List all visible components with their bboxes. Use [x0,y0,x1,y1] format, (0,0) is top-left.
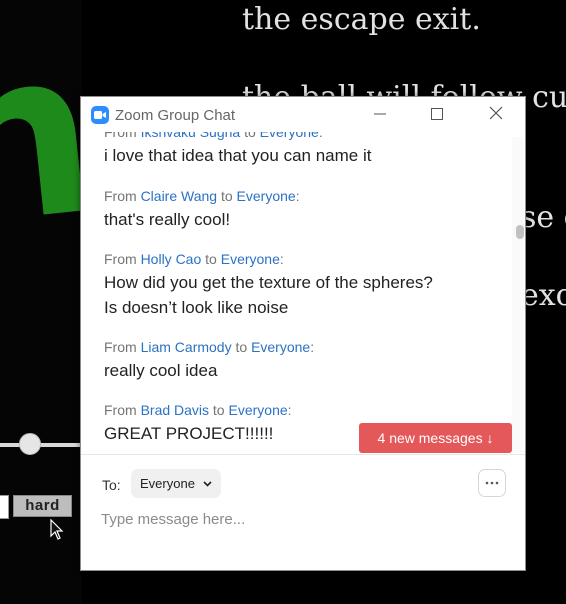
chat-message: From Liam Carmody to Everyone: really co… [104,338,314,383]
to-word: to [205,251,217,267]
from-word: From [104,132,137,140]
new-messages-button[interactable]: 4 new messages ↓ [359,423,512,453]
recipient-name[interactable]: Everyone [221,251,280,267]
more-options-button[interactable] [478,469,506,497]
chat-message: From Ikshvaku Sugna to Everyone: i love … [104,132,371,168]
sender-name[interactable]: Ikshvaku Sugna [141,132,241,140]
ellipsis-icon [485,481,499,485]
message-text: really cool idea [104,361,218,380]
message-text: GREAT PROJECT!!!!!! [104,424,274,443]
recipient-value: Everyone [140,476,195,491]
to-word: to [244,132,256,140]
message-text: How did you get the texture of the spher… [104,273,433,292]
difficulty-slider-track[interactable] [0,443,82,447]
recipient-dropdown[interactable]: Everyone [131,469,221,498]
window-title: Zoom Group Chat [115,107,236,124]
from-word: From [104,188,137,204]
mouse-cursor-icon [50,519,64,540]
to-label: To: [102,477,121,493]
to-word: to [235,339,248,355]
message-text: Is doesn’t look like noise [104,298,289,317]
message-list[interactable]: From Ikshvaku Sugna to Everyone: i love … [81,132,511,454]
background-text-line: exc [521,278,566,313]
message-input[interactable] [101,507,501,531]
background-text-line: the escape exit. [242,2,481,37]
recipient-name[interactable]: Everyone [251,339,310,355]
recipient-name[interactable]: Everyone [229,402,288,418]
zoom-chat-window: Zoom Group Chat From Ikshvaku Sugna to E… [80,96,526,571]
zoom-camera-icon [91,106,109,124]
chat-message: From Claire Wang to Everyone: that's rea… [104,187,300,232]
shared-screen-left: n! hard [0,0,82,604]
background-graphic: n! [0,0,82,281]
difficulty-slider-thumb[interactable] [19,433,41,455]
sender-name[interactable]: Claire Wang [141,188,218,204]
chat-message: From Brad Davis to Everyone: GREAT PROJE… [104,401,292,446]
sender-name[interactable]: Brad Davis [141,402,209,418]
minimize-icon[interactable] [370,105,390,123]
from-word: From [104,251,137,267]
maximize-icon[interactable] [427,105,447,123]
sender-name[interactable]: Holly Cao [141,251,202,267]
option-button[interactable] [0,495,9,519]
close-icon[interactable] [486,105,506,123]
background-text-line: se c [521,200,566,235]
recipient-name[interactable]: Everyone [237,188,296,204]
recipient-name[interactable]: Everyone [260,132,319,140]
message-text: i love that idea that you can name it [104,146,372,165]
sender-name[interactable]: Liam Carmody [141,339,232,355]
chat-message: From Holly Cao to Everyone: How did you … [104,250,433,320]
to-word: to [212,402,225,418]
divider [81,454,525,455]
message-text: that's really cool! [104,210,231,229]
title-bar[interactable]: Zoom Group Chat [81,97,525,132]
to-word: to [220,188,233,204]
chevron-down-icon [203,481,212,487]
scrollbar-thumb[interactable] [516,225,524,239]
from-word: From [104,339,137,355]
message-scrollbar[interactable] [512,137,524,453]
from-word: From [104,402,137,418]
hard-button[interactable]: hard [13,495,72,517]
